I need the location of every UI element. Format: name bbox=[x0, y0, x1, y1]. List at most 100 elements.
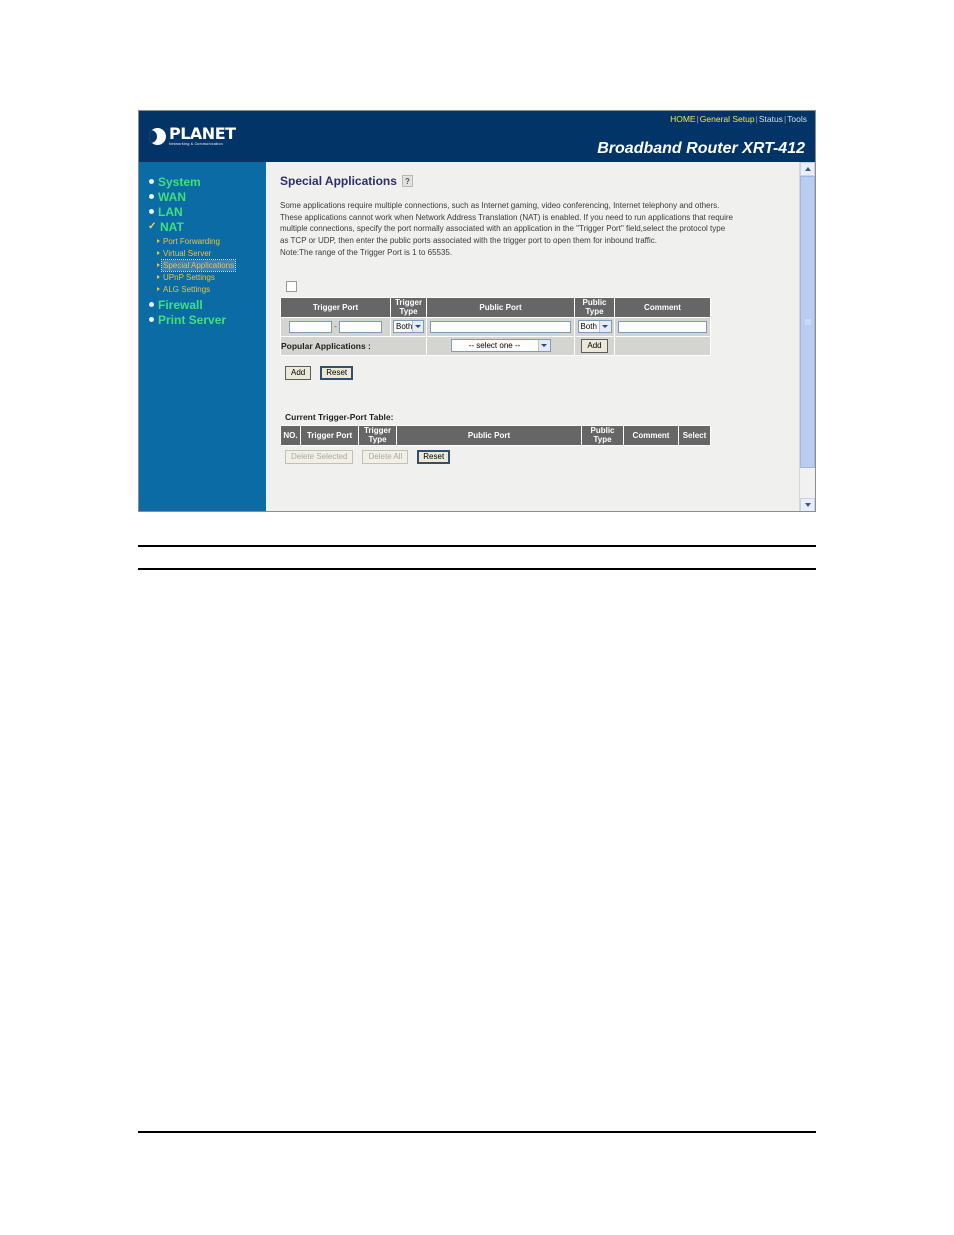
nav-separator: | bbox=[755, 114, 758, 124]
router-web-ui-screenshot: PLANET Networking & Communication HOME|G… bbox=[138, 110, 816, 512]
top-navigation: HOME|General Setup|Status|Tools bbox=[670, 114, 807, 124]
nav-link-tools[interactable]: Tools bbox=[787, 114, 807, 124]
trigger-port-end-input[interactable] bbox=[339, 320, 382, 333]
logo-tagline: Networking & Communication bbox=[169, 142, 223, 147]
description-text: Some applications require multiple conne… bbox=[280, 201, 733, 245]
sidebar-item-label: WAN bbox=[158, 189, 186, 204]
popular-applications-value: -- select one -- bbox=[468, 341, 521, 351]
bullet-icon bbox=[149, 302, 154, 307]
table-row: - Both Both bbox=[280, 316, 711, 337]
sidebar-item-print-server[interactable]: Print Server bbox=[139, 312, 266, 327]
bullet-icon bbox=[149, 194, 154, 199]
sidebar-item-label: NAT bbox=[160, 219, 184, 234]
sidebar-subitem-label: UPnP Settings bbox=[163, 272, 215, 282]
page-title-text: Special Applications bbox=[280, 174, 397, 188]
description-note: Note:The range of the Trigger Port is 1 … bbox=[280, 248, 453, 258]
sidebar-item-label: System bbox=[158, 174, 201, 189]
scroll-up-button[interactable] bbox=[800, 162, 815, 176]
cell-empty bbox=[614, 335, 711, 356]
trigger-port-start-input[interactable] bbox=[289, 320, 332, 333]
planet-logo: PLANET Networking & Communication bbox=[149, 126, 236, 147]
table-button-row: Delete Selected Delete All Reset bbox=[285, 449, 785, 464]
popular-applications-row: Popular Applications : -- select one -- … bbox=[280, 335, 711, 356]
bullet-icon bbox=[149, 179, 154, 184]
sidebar-navigation: System WAN LAN ✓ NAT Port Forwarding Vir… bbox=[139, 162, 266, 511]
public-type-value: Both bbox=[580, 322, 597, 332]
comment-input[interactable] bbox=[618, 320, 707, 333]
sidebar-item-special-applications[interactable]: Special Applications bbox=[139, 258, 266, 272]
sidebar-item-lan[interactable]: LAN bbox=[139, 204, 266, 219]
column-header-select: Select bbox=[678, 424, 711, 446]
page-rule-second bbox=[138, 568, 816, 570]
column-header-trigger-port: Trigger Port bbox=[300, 424, 359, 446]
cell-popular-applications-select: -- select one -- bbox=[426, 335, 575, 356]
page-title: Special Applications ? bbox=[280, 174, 785, 188]
reset-button[interactable]: Reset bbox=[320, 365, 354, 380]
sidebar-item-virtual-server[interactable]: Virtual Server bbox=[139, 247, 266, 259]
sidebar-subitem-label: ALG Settings bbox=[163, 284, 211, 294]
cell-public-port bbox=[426, 316, 575, 337]
page-description: Some applications require multiple conne… bbox=[280, 200, 735, 259]
planet-logo-icon bbox=[149, 128, 166, 145]
help-icon[interactable]: ? bbox=[401, 175, 413, 187]
table-header-row: NO. Trigger Port Trigger Type Public Por… bbox=[280, 424, 711, 446]
column-header-comment: Comment bbox=[623, 424, 679, 446]
column-header-trigger-type: Trigger Type bbox=[358, 424, 397, 446]
sidebar-subitem-label: Special Applications bbox=[160, 258, 237, 272]
column-header-trigger-port: Trigger Port bbox=[280, 296, 391, 318]
sidebar-nat-subitems: Port Forwarding Virtual Server Special A… bbox=[139, 234, 266, 297]
cell-public-type: Both bbox=[574, 316, 615, 337]
page-rule-top bbox=[138, 545, 816, 547]
sidebar-item-firewall[interactable]: Firewall bbox=[139, 297, 266, 312]
scroll-down-button[interactable] bbox=[800, 498, 815, 511]
public-type-select[interactable]: Both bbox=[577, 320, 612, 334]
enable-trigger-port-checkbox[interactable] bbox=[286, 280, 297, 292]
bullet-icon bbox=[149, 317, 154, 322]
column-header-public-type: Public Type bbox=[581, 424, 624, 446]
chevron-right-icon bbox=[157, 263, 160, 267]
delete-all-button[interactable]: Delete All bbox=[362, 449, 409, 464]
sidebar-item-upnp-settings[interactable]: UPnP Settings bbox=[139, 271, 266, 283]
sidebar-item-system[interactable]: System bbox=[139, 174, 266, 189]
scrollbar-track[interactable] bbox=[800, 176, 815, 498]
scrollbar-thumb[interactable] bbox=[800, 176, 815, 468]
popular-applications-select[interactable]: -- select one -- bbox=[450, 339, 551, 353]
sidebar-item-label: Print Server bbox=[158, 312, 227, 327]
sidebar-item-port-forwarding[interactable]: Port Forwarding bbox=[139, 235, 266, 247]
vertical-scrollbar[interactable] bbox=[799, 162, 815, 511]
chevron-down-icon bbox=[412, 321, 423, 333]
public-port-input[interactable] bbox=[430, 320, 571, 333]
popular-applications-add-button[interactable]: Add bbox=[581, 338, 608, 353]
nav-link-status[interactable]: Status bbox=[759, 114, 783, 124]
trigger-type-value: Both bbox=[396, 322, 413, 332]
column-header-trigger-type: Trigger Type bbox=[390, 296, 427, 318]
sidebar-subitem-label: Virtual Server bbox=[163, 248, 212, 258]
enable-trigger-port-row[interactable] bbox=[286, 280, 785, 292]
chevron-down-icon bbox=[598, 321, 611, 333]
sidebar-item-wan[interactable]: WAN bbox=[139, 189, 266, 204]
nav-separator: | bbox=[783, 114, 787, 124]
app-header: PLANET Networking & Communication HOME|G… bbox=[139, 111, 815, 162]
cell-trigger-type: Both bbox=[390, 316, 427, 337]
nav-link-general-setup[interactable]: General Setup bbox=[700, 114, 755, 124]
main-content: Special Applications ? Some applications… bbox=[266, 162, 799, 511]
brand-area: PLANET Networking & Communication bbox=[139, 111, 266, 162]
sidebar-item-nat[interactable]: ✓ NAT bbox=[139, 219, 266, 234]
page-rule-footer bbox=[138, 1131, 816, 1133]
nav-link-home[interactable]: HOME bbox=[670, 114, 696, 124]
column-header-public-type: Public Type bbox=[574, 296, 615, 318]
device-model-title: Broadband Router XRT-412 bbox=[597, 140, 805, 157]
cell-comment bbox=[614, 316, 711, 337]
current-trigger-port-table: NO. Trigger Port Trigger Type Public Por… bbox=[280, 424, 711, 446]
table-reset-button[interactable]: Reset bbox=[417, 449, 451, 464]
popular-applications-label: Popular Applications : bbox=[280, 335, 427, 356]
sidebar-item-alg-settings[interactable]: ALG Settings bbox=[139, 283, 266, 295]
trigger-type-select[interactable]: Both bbox=[393, 320, 424, 334]
cell-trigger-port: - bbox=[280, 316, 391, 337]
chevron-down-icon bbox=[804, 503, 811, 507]
nav-separator: | bbox=[696, 114, 699, 124]
chevron-up-icon bbox=[804, 167, 811, 171]
delete-selected-button[interactable]: Delete Selected bbox=[285, 449, 354, 464]
add-button[interactable]: Add bbox=[285, 365, 312, 380]
logo-wordmark: PLANET bbox=[169, 124, 236, 144]
